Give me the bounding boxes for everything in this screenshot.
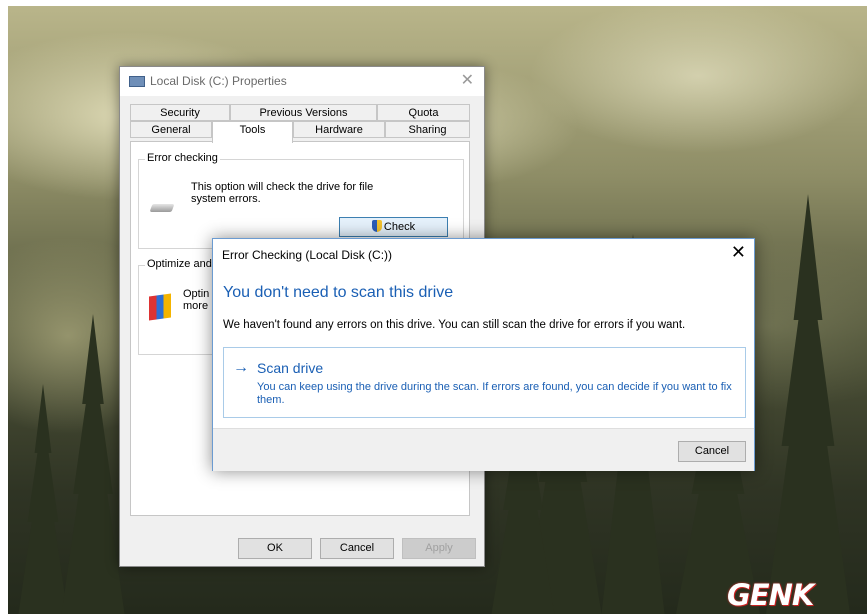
optimize-text-line1: Optin	[183, 288, 210, 300]
shield-icon	[371, 220, 382, 232]
tab-quota[interactable]: Quota	[377, 104, 470, 121]
scan-drive-option[interactable]: → Scan drive You can keep using the driv…	[223, 347, 746, 418]
properties-titlebar: Local Disk (C:) Properties ✕	[120, 67, 484, 96]
optimize-text-line2: more	[183, 300, 209, 312]
check-button[interactable]: Check	[339, 217, 448, 237]
hard-drive-icon	[149, 204, 175, 212]
drive-icon	[129, 76, 145, 87]
ok-button[interactable]: OK	[238, 538, 312, 559]
close-icon[interactable]: ✕	[731, 242, 746, 263]
dialog-title: Error Checking (Local Disk (C:))	[222, 248, 393, 262]
optimize-label: Optimize and	[145, 258, 214, 270]
dialog-footer: Cancel	[213, 428, 754, 471]
scan-drive-description: You can keep using the drive during the …	[257, 381, 732, 406]
dialog-heading: You don't need to scan this drive	[223, 284, 454, 301]
tab-sharing[interactable]: Sharing	[385, 121, 470, 138]
error-checking-dialog: Error Checking (Local Disk (C:)) ✕ You d…	[212, 238, 755, 471]
dialog-body-text: We haven't found any errors on this driv…	[223, 319, 686, 331]
tab-security[interactable]: Security	[130, 104, 230, 121]
arrow-right-icon: →	[233, 359, 249, 376]
optimize-icon	[149, 293, 171, 321]
error-checking-label: Error checking	[145, 152, 220, 164]
tab-hardware[interactable]: Hardware	[293, 121, 385, 138]
scan-drive-title: Scan drive	[257, 360, 324, 376]
close-icon[interactable]: ✕	[461, 70, 474, 90]
tab-previous-versions[interactable]: Previous Versions	[230, 104, 377, 121]
dialog-cancel-button[interactable]: Cancel	[678, 441, 746, 462]
error-checking-description: This option will check the drive for fil…	[191, 181, 374, 205]
optimize-text: Optin more	[183, 288, 209, 312]
properties-title: Local Disk (C:) Properties	[150, 74, 287, 88]
error-checking-group: Error checking This option will check th…	[138, 152, 464, 249]
cancel-button[interactable]: Cancel	[320, 538, 394, 559]
tab-tools[interactable]: Tools	[212, 121, 293, 143]
genk-watermark-logo: GENK	[727, 578, 814, 612]
check-button-label: Check	[383, 221, 416, 233]
tab-general[interactable]: General	[130, 121, 212, 138]
apply-button[interactable]: Apply	[402, 538, 476, 559]
